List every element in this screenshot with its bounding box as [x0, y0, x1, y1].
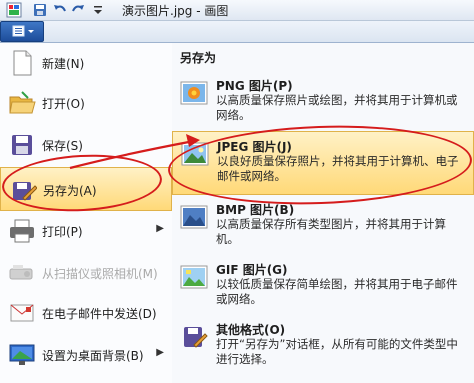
format-name: 其他格式(O) [216, 323, 286, 337]
email-icon [8, 299, 36, 327]
format-name: BMP 图片(B) [216, 203, 295, 217]
menu-item-label: 在电子邮件中发送(D) [42, 307, 157, 321]
save-as-gif[interactable]: GIF 图片(G) 以较低质量保存简单绘图，并将其用于电子邮件或网络。 [172, 255, 474, 317]
menu-item-label: 另存为(A) [43, 184, 97, 198]
jpeg-image-icon [181, 140, 209, 168]
menu-item-label: 设置为桌面背景(B) [42, 349, 144, 363]
open-folder-icon [8, 89, 36, 117]
save-as-png[interactable]: PNG 图片(P) 以高质量保存照片或绘图，并将其用于计算机或网络。 [172, 71, 474, 133]
title-bar: 演示图片.jpg - 画图 [0, 0, 474, 21]
save-as-other-formats[interactable]: 其他格式(O) 打开“另存为”对话框，从所有可能的文件类型中进行选择。 [172, 315, 474, 377]
desktop-background-icon [8, 341, 36, 369]
menu-item-save-as[interactable]: 另存为(A) [0, 167, 172, 211]
png-image-icon [180, 79, 208, 107]
undo-icon[interactable] [52, 2, 68, 18]
menu-item-label: 打开(O) [42, 97, 85, 111]
menu-item-open[interactable]: 打开(O) [0, 83, 172, 123]
menu-item-label: 打印(P) [42, 225, 83, 239]
menu-item-scanner: 从扫描仪或照相机(M) [0, 253, 172, 293]
format-description: 以高质量保存所有类型图片，并将其用于计算机。 [216, 217, 446, 246]
submenu-arrow-icon: ▶ [156, 223, 164, 234]
ribbon-tab-strip [44, 21, 474, 42]
save-disk-icon [8, 131, 36, 159]
menu-list-icon [12, 25, 34, 37]
menu-item-print[interactable]: 打印(P) ▶ [0, 211, 172, 251]
quick-access-toolbar [6, 2, 116, 18]
menu-item-label: 新建(N) [42, 57, 85, 71]
format-description: 以较低质量保存简单绘图，并将其用于电子邮件或网络。 [216, 277, 458, 306]
menu-item-set-desktop-background[interactable]: 设置为桌面背景(B) ▶ [0, 335, 172, 375]
menu-item-send-email[interactable]: 在电子邮件中发送(D) [0, 293, 172, 333]
file-menu-button[interactable] [0, 21, 44, 42]
save-icon[interactable] [32, 2, 48, 18]
file-menu: 新建(N) 打开(O) 保存(S) 另存为(A) 打印(P) ▶ 从扫描仪或照相… [0, 42, 474, 383]
window-title: 演示图片.jpg - 画图 [122, 4, 229, 18]
paint-app-icon[interactable] [6, 2, 22, 18]
new-document-icon [8, 49, 36, 77]
menu-item-save[interactable]: 保存(S) [0, 125, 172, 165]
save-as-icon [9, 176, 38, 204]
format-name: GIF 图片(G) [216, 263, 288, 277]
customize-toolbar-icon[interactable] [90, 2, 106, 18]
format-description: 以良好质量保存照片，并将其用于计算机、电子邮件或网络。 [217, 154, 459, 183]
save-as-bmp[interactable]: BMP 图片(B) 以高质量保存所有类型图片，并将其用于计算机。 [172, 195, 474, 257]
format-description: 打开“另存为”对话框，从所有可能的文件类型中进行选择。 [216, 337, 458, 366]
redo-icon[interactable] [70, 2, 86, 18]
save-as-submenu: 另存为 PNG 图片(P) 以高质量保存照片或绘图，并将其用于计算机或网络。 J… [172, 43, 474, 383]
submenu-title: 另存为 [180, 51, 217, 65]
bmp-image-icon [180, 203, 208, 231]
printer-icon [8, 217, 36, 245]
menu-item-label: 从扫描仪或照相机(M) [42, 267, 158, 281]
menu-item-new[interactable]: 新建(N) [0, 43, 172, 83]
save-as-jpeg[interactable]: JPEG 图片(J) 以良好质量保存照片，并将其用于计算机、电子邮件或网络。 [172, 131, 474, 195]
format-name: JPEG 图片(J) [217, 140, 292, 154]
scanner-icon [8, 259, 36, 287]
format-name: PNG 图片(P) [216, 79, 293, 93]
other-formats-icon [180, 323, 208, 351]
gif-image-icon [180, 263, 208, 291]
submenu-arrow-icon: ▶ [156, 347, 164, 358]
menu-item-label: 保存(S) [42, 139, 83, 153]
format-description: 以高质量保存照片或绘图，并将其用于计算机或网络。 [216, 93, 458, 122]
file-menu-commands: 新建(N) 打开(O) 保存(S) 另存为(A) 打印(P) ▶ 从扫描仪或照相… [0, 43, 173, 383]
